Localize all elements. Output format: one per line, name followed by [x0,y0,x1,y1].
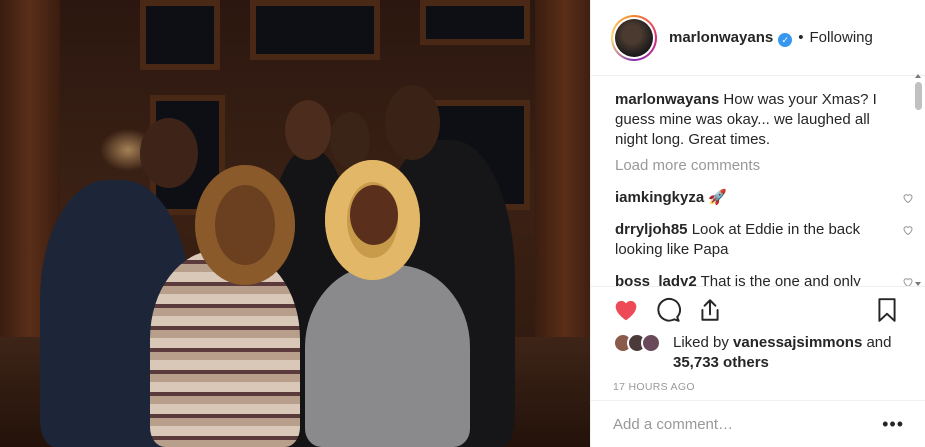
post-side-panel: marlonwayans ✓ • Following marlonwayans H… [590,0,925,447]
comment-item: boss_lady2 That is the one and only Val … [615,272,913,286]
caption: marlonwayans How was your Xmas? I guess … [615,90,898,150]
username-text[interactable]: marlonwayans [669,29,773,46]
person-2-head [195,165,295,285]
likes-summary: Liked by vanessajsimmons and 35,733 othe… [613,333,906,373]
person-6 [305,265,470,447]
comment-username[interactable]: boss_lady2 [615,273,697,286]
following-button[interactable]: Following [809,29,872,46]
load-more-comments-button[interactable]: Load more comments [615,156,898,176]
bookmark-icon[interactable] [874,297,900,323]
avatar[interactable] [615,18,653,57]
background-window [140,0,220,70]
background-window [420,0,530,45]
post-header: marlonwayans ✓ • Following [591,0,925,76]
heart-icon[interactable] [613,297,639,323]
add-comment-bar: ••• [591,400,925,447]
action-buttons-row [613,297,906,323]
liker-avatar[interactable] [641,333,661,353]
comment-username[interactable]: iamkingkyza [615,189,704,206]
comment-like-heart-icon[interactable] [902,224,914,236]
comments-list: marlonwayans How was your Xmas? I guess … [591,76,925,286]
comment-like-heart-icon[interactable] [902,192,914,204]
comment-username[interactable]: drryljoh85 [615,221,688,238]
separator-dot: • [798,29,804,46]
liked-by-username[interactable]: vanessajsimmons [733,334,862,351]
person-5-head [385,85,440,160]
liked-by-others-count[interactable]: 35,733 others [673,354,769,371]
liked-by-prefix: Liked by [673,334,729,351]
comment-like-heart-icon[interactable] [902,276,914,286]
story-ring[interactable] [611,14,657,61]
share-icon[interactable] [697,297,723,323]
person-4-head [330,112,370,168]
post-actions: Liked by vanessajsimmons and 35,733 othe… [591,286,925,406]
verified-badge-icon: ✓ [778,32,793,47]
add-comment-input[interactable] [613,415,883,433]
username[interactable]: marlonwayans ✓ [669,29,793,47]
comment-item: iamkingkyza 🚀 [615,188,913,208]
more-options-icon[interactable]: ••• [882,414,904,435]
post-timestamp[interactable]: 17 HOURS AGO [613,381,906,393]
caption-username[interactable]: marlonwayans [615,91,719,108]
person-6-face [350,185,398,245]
scroll-up-arrow-icon[interactable] [915,74,921,78]
liked-by-and: and [866,334,892,351]
comments-scrollbar[interactable] [914,74,923,286]
person-3-head [285,100,331,160]
comment-text: 🚀 [708,189,728,206]
scrollbar-thumb[interactable] [915,82,922,110]
person-1-head [140,118,198,188]
background-window [250,0,380,60]
post-photo[interactable] [0,0,590,447]
likes-text: Liked by vanessajsimmons and 35,733 othe… [673,333,892,373]
comment-item: drryljoh85 Look at Eddie in the back loo… [615,220,913,260]
liker-avatars[interactable] [613,333,665,355]
comment-icon[interactable] [655,297,681,323]
